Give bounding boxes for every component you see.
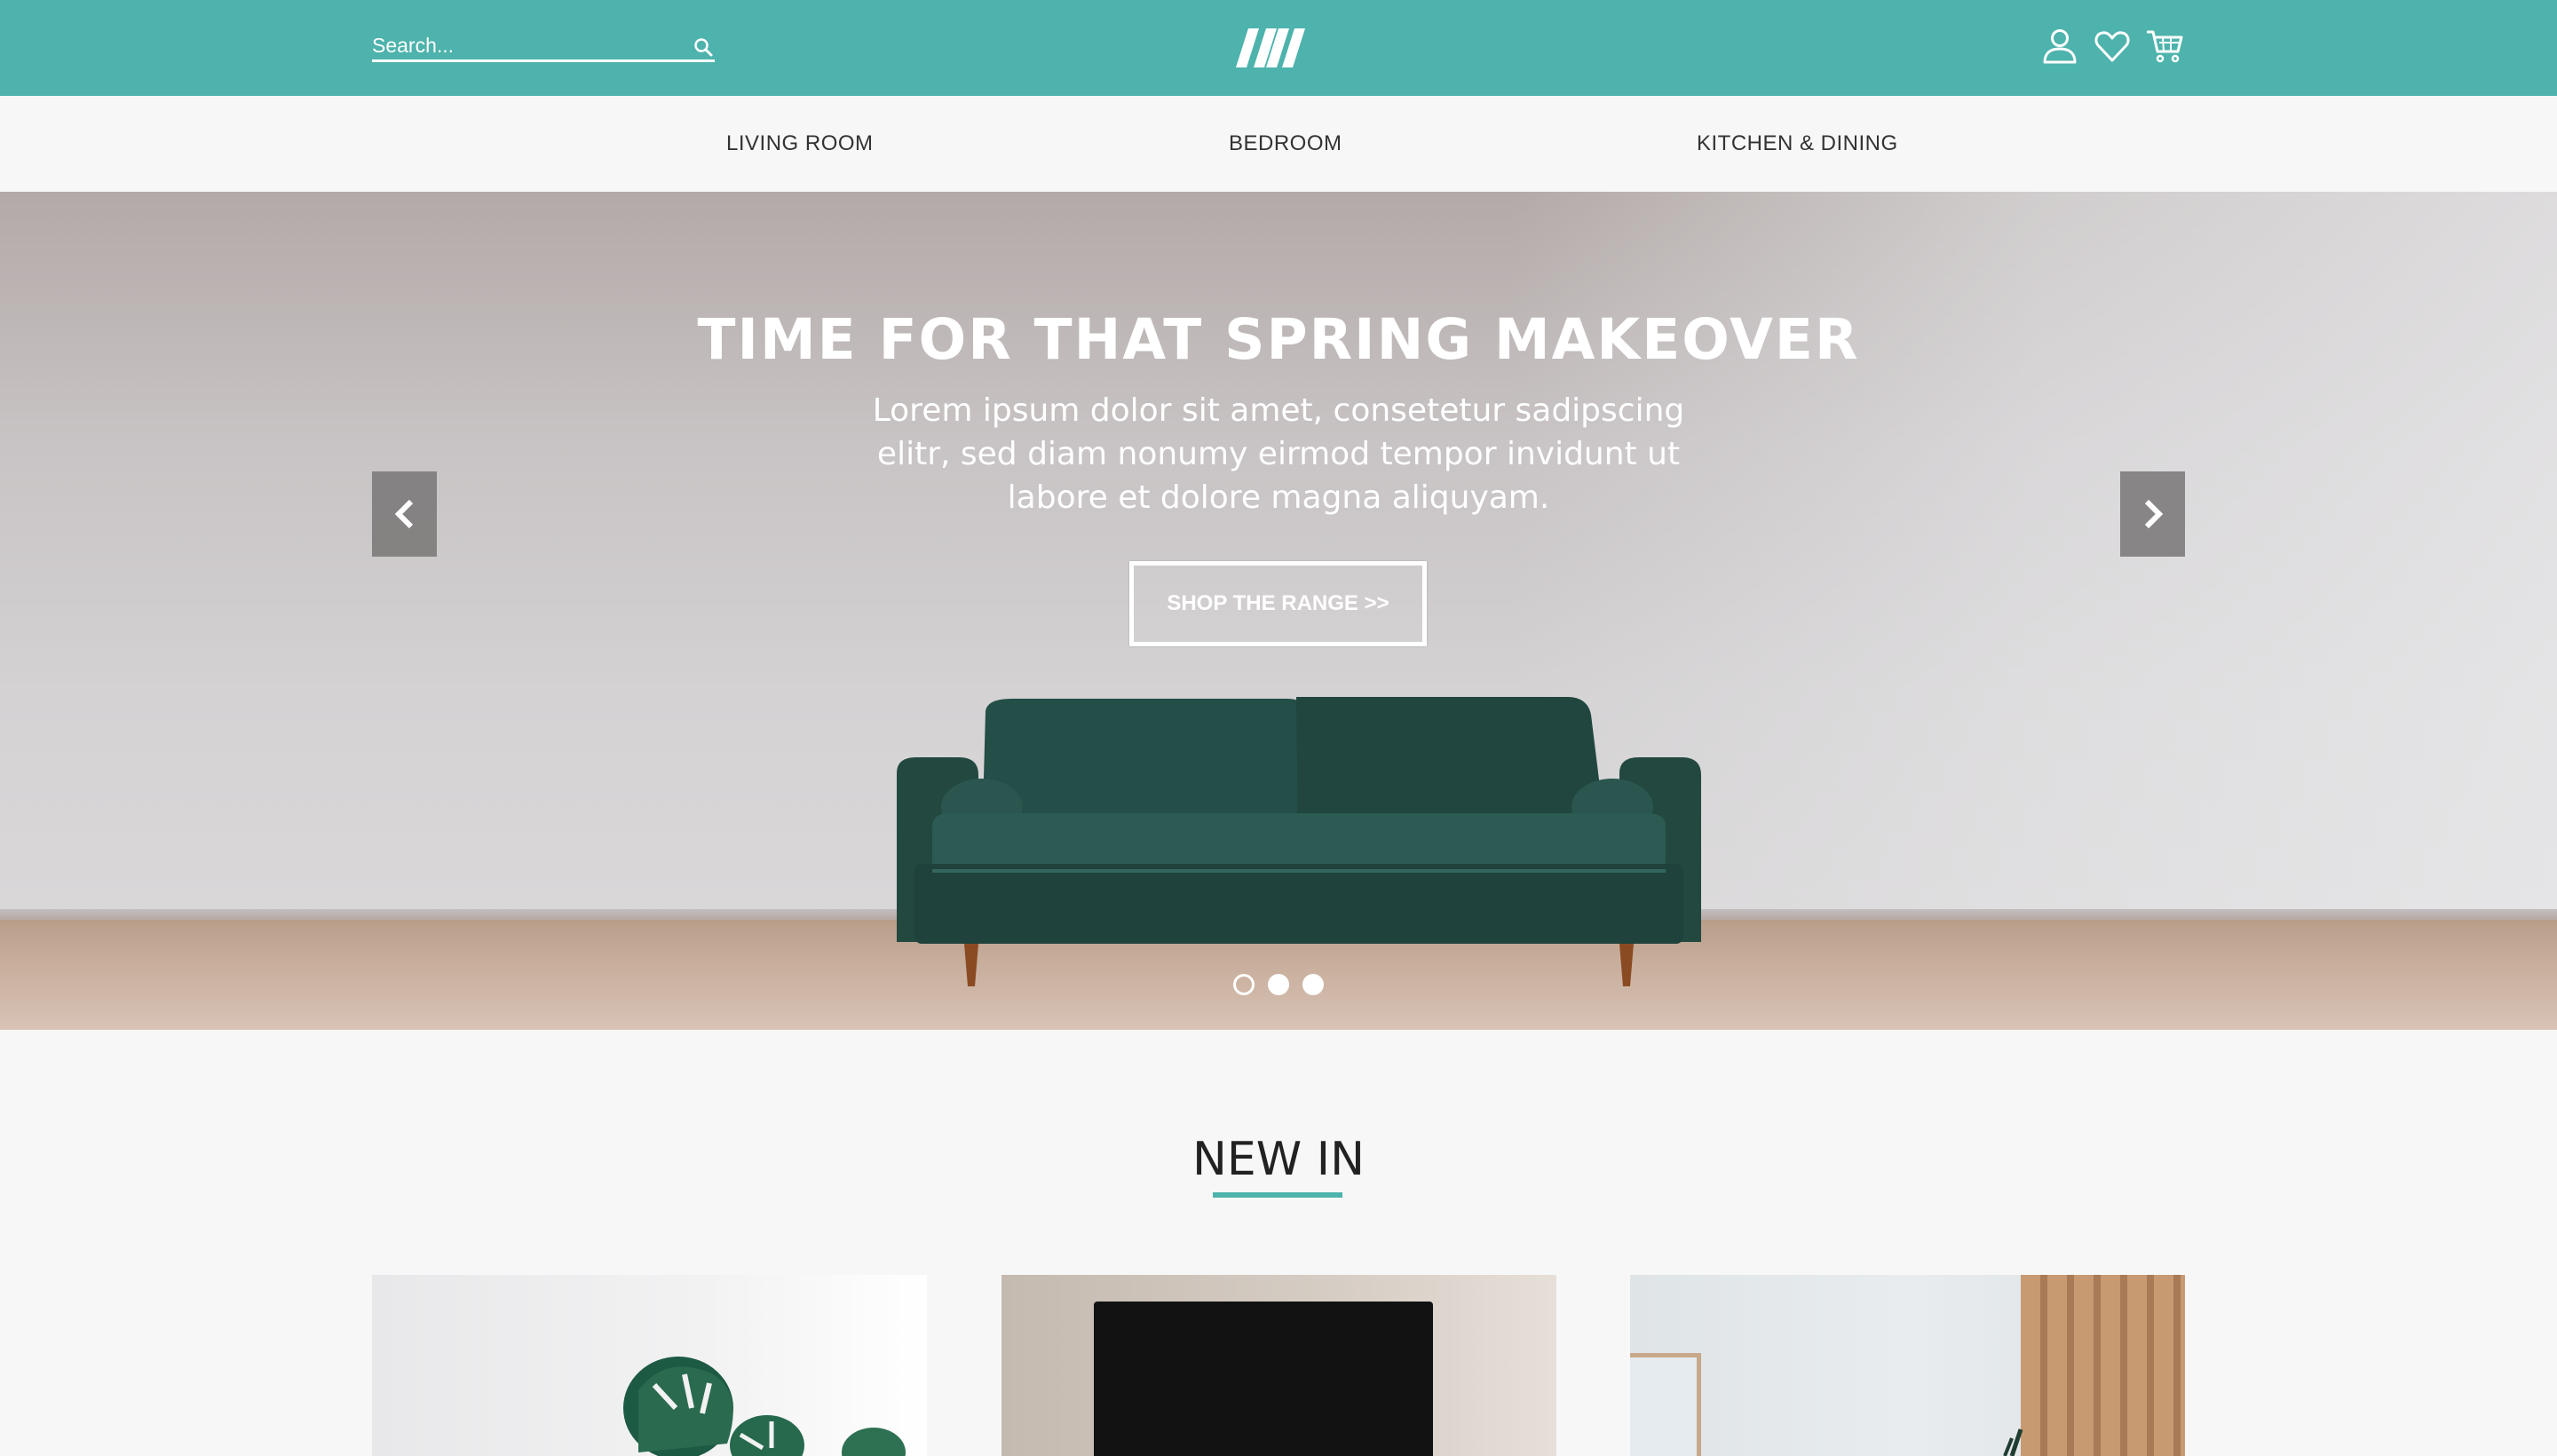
product-card-1[interactable] [372, 1275, 927, 1456]
heading-underline [1213, 1192, 1342, 1198]
main-navigation: LIVING ROOM BEDROOM KITCHEN & DINING [0, 96, 2557, 192]
chevron-left-icon [394, 499, 414, 529]
carousel-next-button[interactable] [2120, 471, 2185, 557]
carousel-prev-button[interactable] [372, 471, 437, 557]
brand-logo[interactable] [1236, 25, 1314, 71]
tv-screen-image [1094, 1302, 1433, 1456]
search-icon[interactable] [692, 36, 715, 59]
carousel-dot-2[interactable] [1268, 974, 1289, 995]
search-input[interactable] [372, 32, 674, 59]
chevron-right-icon [2144, 499, 2164, 529]
new-in-heading: NEW IN [1192, 1133, 1365, 1186]
search-bar [372, 32, 715, 62]
hero-carousel: TIME FOR THAT SPRING MAKEOVER Lorem ipsu… [0, 192, 2557, 1030]
monstera-plant-image [623, 1357, 906, 1456]
cart-icon[interactable] [2145, 27, 2184, 66]
hero-subtitle: Lorem ipsum dolor sit amet, consetetur s… [872, 392, 1685, 516]
nav-item-bedroom[interactable]: BEDROOM [1229, 131, 1342, 156]
user-icon[interactable] [2040, 27, 2079, 66]
hero-title: TIME FOR THAT SPRING MAKEOVER [697, 307, 1860, 372]
carousel-dot-1[interactable] [1233, 974, 1255, 995]
nav-item-kitchen-dining[interactable]: KITCHEN & DINING [1697, 131, 1898, 156]
shop-the-range-button[interactable]: SHOP THE RANGE >> [1129, 561, 1427, 646]
green-sofa-image [897, 697, 1701, 986]
top-header-bar [0, 0, 2557, 96]
wood-slat-panel-image [2021, 1275, 2185, 1456]
nav-item-living-room[interactable]: LIVING ROOM [726, 131, 874, 156]
carousel-dot-3[interactable] [1302, 974, 1324, 995]
product-card-3[interactable] [1630, 1275, 2185, 1456]
product-card-2[interactable] [1001, 1275, 1556, 1456]
mirror-frame-image [1630, 1353, 1701, 1456]
plant-leaf-image [2003, 1428, 2023, 1456]
heart-icon[interactable] [2093, 27, 2132, 66]
